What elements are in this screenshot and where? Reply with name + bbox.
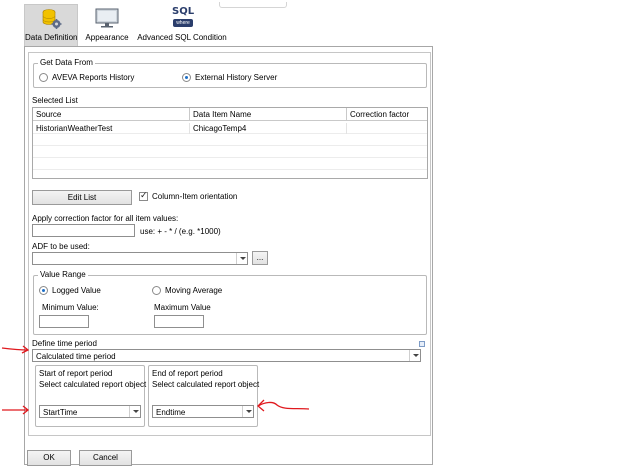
- selected-list-table[interactable]: Source Data Item Name Correction factor …: [32, 107, 428, 179]
- ribbon: Data Definition Appearance SQL where Adv…: [24, 0, 287, 46]
- value-range-title: Value Range: [38, 270, 88, 279]
- table-row-empty: [33, 159, 427, 170]
- start-time-combo[interactable]: StartTime: [39, 405, 141, 418]
- radio-aveva-reports-history-label: AVEVA Reports History: [52, 73, 135, 82]
- sql-icon-text: SQL: [172, 6, 195, 17]
- ok-button[interactable]: OK: [27, 450, 71, 466]
- sql-where-icon: SQL where: [172, 6, 194, 30]
- end-time-value: Endtime: [156, 408, 186, 417]
- annotation-arrow-icon: [257, 399, 310, 412]
- radio-external-history-server[interactable]: [182, 73, 191, 82]
- end-select-label: Select calculated report object: [152, 380, 260, 389]
- maximum-value-label: Maximum Value: [154, 303, 211, 312]
- tab-data-definition-label: Data Definition: [25, 33, 78, 42]
- minimum-value-input[interactable]: [39, 315, 89, 328]
- chevron-down-icon[interactable]: [242, 406, 253, 417]
- column-item-orientation-checkbox[interactable]: ✓: [139, 190, 148, 201]
- minimum-value-label: Minimum Value:: [42, 303, 99, 312]
- monitor-icon: [95, 8, 119, 28]
- start-time-value: StartTime: [43, 408, 78, 417]
- end-report-period-group: End of report period Select calculated r…: [148, 365, 260, 427]
- cancel-button[interactable]: Cancel: [79, 450, 132, 466]
- tab-data-definition[interactable]: Data Definition: [24, 4, 78, 46]
- annotation-arrow-icon: [1, 405, 30, 415]
- radio-moving-average[interactable]: [152, 286, 161, 295]
- column-item-orientation-label: Column-Item orientation: [152, 192, 238, 201]
- cell-source: HistorianWeatherTest: [33, 123, 190, 134]
- radio-external-history-server-label: External History Server: [195, 73, 278, 82]
- edit-list-button[interactable]: Edit List: [32, 190, 132, 205]
- cell-data-item-name: ChicagoTemp4: [190, 123, 347, 134]
- where-icon-text: where: [173, 19, 193, 27]
- correction-factor-hint: use: + - * / (e.g. *1000): [140, 227, 221, 236]
- correction-factor-label: Apply correction factor for all item val…: [32, 214, 179, 223]
- column-header-correction-factor[interactable]: Correction factor: [347, 108, 428, 121]
- value-range-group: Value Range Logged Value Moving Average …: [33, 270, 427, 335]
- start-report-period-group: Start of report period Select calculated…: [35, 365, 147, 427]
- end-time-combo[interactable]: Endtime: [152, 405, 254, 418]
- table-row[interactable]: HistorianWeatherTest ChicagoTemp4: [33, 123, 427, 134]
- tab-advanced-sql-condition[interactable]: SQL where Advanced SQL Condition: [136, 4, 228, 46]
- define-time-period-title: Define time period: [32, 339, 97, 348]
- end-report-period-title: End of report period: [152, 369, 223, 378]
- correction-factor-input[interactable]: [32, 224, 135, 237]
- get-data-from-title: Get Data From: [38, 58, 95, 67]
- table-row-empty: [33, 135, 427, 146]
- get-data-from-group: Get Data From AVEVA Reports History Exte…: [33, 58, 427, 88]
- radio-logged-value-label: Logged Value: [52, 286, 101, 295]
- panel-content: Get Data From AVEVA Reports History Exte…: [28, 52, 431, 436]
- panel-corner-marker: [419, 341, 425, 347]
- data-definition-panel: Get Data From AVEVA Reports History Exte…: [24, 46, 433, 466]
- radio-aveva-reports-history[interactable]: [39, 73, 48, 82]
- tab-appearance[interactable]: Appearance: [82, 4, 132, 46]
- cell-correction-factor[interactable]: [347, 123, 428, 134]
- tab-advanced-sql-condition-label: Advanced SQL Condition: [137, 33, 227, 42]
- time-period-combo-value: Calculated time period: [36, 352, 116, 361]
- table-header: Source Data Item Name Correction factor: [33, 108, 427, 121]
- adf-browse-button[interactable]: ...: [252, 251, 268, 265]
- column-header-data-item-name[interactable]: Data Item Name: [190, 108, 347, 121]
- chevron-down-icon[interactable]: [409, 350, 420, 361]
- selected-list-title: Selected List: [32, 96, 78, 105]
- radio-logged-value[interactable]: [39, 286, 48, 295]
- annotation-arrow-icon: [1, 345, 30, 354]
- adf-label: ADF to be used:: [32, 242, 90, 251]
- database-gear-icon: [42, 9, 62, 29]
- column-header-source[interactable]: Source: [33, 108, 190, 121]
- tab-appearance-label: Appearance: [85, 33, 129, 42]
- start-select-label: Select calculated report object: [39, 380, 147, 389]
- table-row-empty: [33, 147, 427, 158]
- radio-moving-average-label: Moving Average: [165, 286, 223, 295]
- time-period-combo[interactable]: Calculated time period: [32, 349, 421, 362]
- adf-combo[interactable]: [32, 252, 248, 265]
- start-report-period-title: Start of report period: [39, 369, 113, 378]
- chevron-down-icon[interactable]: [236, 253, 247, 264]
- checkmark-icon: ✓: [140, 190, 148, 200]
- maximum-value-input[interactable]: [154, 315, 204, 328]
- chevron-down-icon[interactable]: [129, 406, 140, 417]
- ribbon-edge: [219, 2, 287, 8]
